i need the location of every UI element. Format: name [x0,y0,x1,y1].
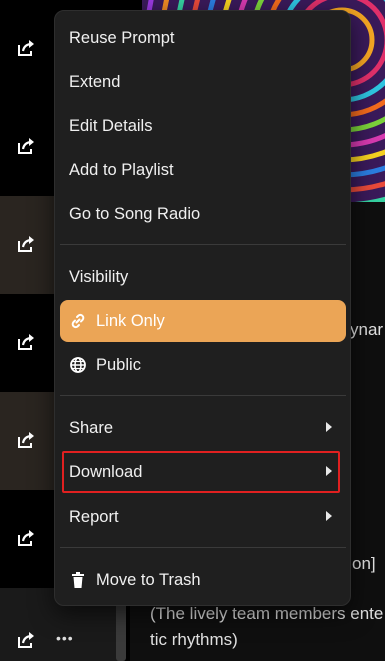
menu-item-label: Share [69,418,114,437]
menu-divider [60,395,346,396]
menu-item-edit-details[interactable]: Edit Details [60,105,346,147]
menu-item-public[interactable]: Public [60,344,346,386]
menu-item-label: Report [69,507,119,526]
scrollbar[interactable] [116,600,126,661]
chevron-right-icon [326,511,332,521]
lyrics-line: tic rhythms) [150,630,238,649]
chevron-right-icon [326,422,332,432]
menu-item-label: Visibility [69,267,129,286]
menu-item-share[interactable]: Share [60,407,346,449]
menu-divider [60,244,346,245]
menu-item-label: Go to Song Radio [69,204,201,223]
menu-heading-visibility: Visibility [60,256,346,298]
menu-item-label: Link Only [96,311,165,330]
share-icon[interactable] [16,430,36,450]
lyrics-fragment: on] [352,554,376,573]
menu-divider [60,547,346,548]
menu-item-report[interactable]: Report [60,496,346,538]
lyrics-line: (The lively team members ente [150,604,384,623]
more-options-button[interactable]: ••• [56,630,76,646]
menu-item-label: Add to Playlist [69,160,174,179]
menu-item-label: Move to Trash [96,570,201,589]
menu-item-move-to-trash[interactable]: Move to Trash [60,559,346,601]
song-context-menu: Reuse Prompt Extend Edit Details Add to … [54,10,351,606]
description-fragment: ynar [350,320,384,339]
menu-item-label: Reuse Prompt [69,28,175,47]
share-icon[interactable] [16,234,36,254]
trash-icon [69,571,87,589]
share-icon[interactable] [16,630,36,650]
share-icon[interactable] [16,136,36,156]
menu-item-go-to-song-radio[interactable]: Go to Song Radio [60,193,346,235]
link-icon [69,312,87,330]
menu-item-label: Public [96,355,141,374]
menu-item-reuse-prompt[interactable]: Reuse Prompt [60,17,346,59]
share-icon[interactable] [16,332,36,352]
menu-item-label: Extend [69,72,121,91]
menu-item-extend[interactable]: Extend [60,61,346,103]
menu-item-add-to-playlist[interactable]: Add to Playlist [60,149,346,191]
download-highlight-box [62,451,340,493]
share-icon[interactable] [16,38,36,58]
share-icon[interactable] [16,528,36,548]
menu-item-link-only[interactable]: Link Only [60,300,346,342]
globe-icon [69,356,87,374]
menu-item-label: Edit Details [69,116,153,135]
